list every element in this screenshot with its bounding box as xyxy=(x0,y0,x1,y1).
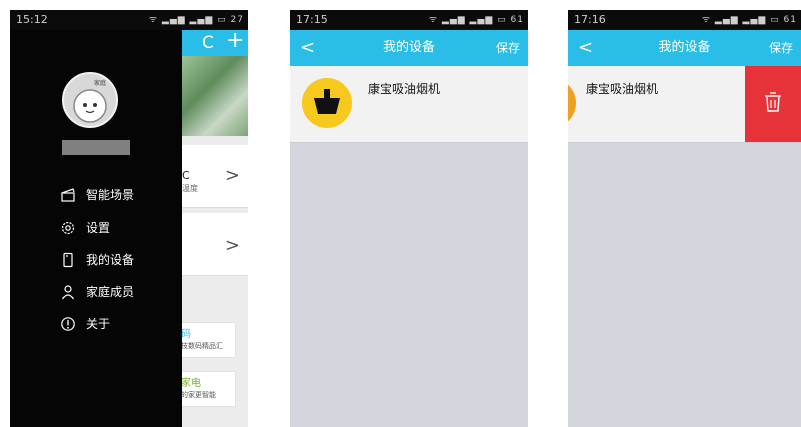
promo-title: 家电 xyxy=(181,378,201,389)
status-time: 17:15 xyxy=(296,13,328,26)
status-bar: 17:16 ᯤ ▂▄▆ ▂▄▆ ▭ 61 xyxy=(568,10,801,30)
device-name: 康宝吸油烟机 xyxy=(368,82,441,96)
menu-item-label: 我的设备 xyxy=(86,253,135,267)
status-bar: 15:12 ᯤ ▂▄▆ ▂▄▆ ▭ 27 xyxy=(10,10,248,30)
device-row-second[interactable]: > xyxy=(180,213,248,276)
phone-screen-my-devices: 17:15 ᯤ ▂▄▆ ▂▄▆ ▭ 61 < 我的设备 保存 康宝吸油烟机 xyxy=(290,10,528,427)
row-title: C xyxy=(182,169,190,182)
save-button[interactable]: 保存 xyxy=(496,30,520,66)
save-button[interactable]: 保存 xyxy=(769,30,793,66)
title-bar: < 我的设备 保存 xyxy=(290,30,528,66)
range-hood-glyph xyxy=(314,89,340,114)
trash-icon xyxy=(765,92,781,112)
promo-card-appliance[interactable]: 家电 的家更智能 xyxy=(180,371,236,407)
mascot-icon xyxy=(73,89,107,123)
status-indicators: ᯤ ▂▄▆ ▂▄▆ ▭ 61 xyxy=(428,15,524,25)
status-indicators: ᯤ ▂▄▆ ▂▄▆ ▭ 27 xyxy=(148,15,244,25)
menu-item-label: 智能场景 xyxy=(86,188,135,202)
phone-screen-swipe-delete: 17:16 ᯤ ▂▄▆ ▂▄▆ ▭ 61 < 我的设备 保存 康宝吸油烟机 xyxy=(568,10,801,427)
status-bar: 17:15 ᯤ ▂▄▆ ▂▄▆ ▭ 61 xyxy=(290,10,528,30)
phone-screen-drawer: 15:12 ᯤ ▂▄▆ ▂▄▆ ▭ 27 C + C 温度 > > 码 技数码精… xyxy=(10,10,248,427)
promo-subtitle: 的家更智能 xyxy=(181,391,216,399)
promo-subtitle: 技数码精品汇 xyxy=(181,342,223,350)
range-hood-icon xyxy=(568,78,576,128)
avatar[interactable]: 家庭 xyxy=(62,72,118,128)
chevron-right-icon: > xyxy=(224,165,240,186)
status-time: 15:12 xyxy=(16,13,48,26)
device-name: 康宝吸油烟机 xyxy=(586,82,659,96)
info-icon xyxy=(61,317,75,331)
delete-button[interactable] xyxy=(745,66,801,142)
menu-item-label: 家庭成员 xyxy=(86,285,135,299)
chevron-right-icon: > xyxy=(224,235,240,256)
avatar-label: 家庭 xyxy=(94,80,107,87)
status-time: 17:16 xyxy=(574,13,606,26)
row-subtitle: 温度 xyxy=(182,184,198,193)
title-bar: < 我的设备 保存 xyxy=(568,30,801,66)
plus-icon[interactable]: + xyxy=(226,28,244,54)
nav-drawer: 家庭 智能场景 设置 我的设备 家庭成员 关于 xyxy=(10,30,182,427)
promo-card-digital[interactable]: 码 技数码精品汇 xyxy=(180,322,236,358)
page-title: 我的设备 xyxy=(382,40,435,55)
device-list-item[interactable]: 康宝吸油烟机 xyxy=(290,66,528,143)
gear-icon xyxy=(61,221,75,235)
device-list-item-swiped[interactable]: 康宝吸油烟机 xyxy=(568,66,801,143)
home-top-bar: C + xyxy=(180,28,248,56)
refresh-icon[interactable]: C xyxy=(202,30,214,56)
username-placeholder xyxy=(62,140,130,155)
promo-title: 码 xyxy=(181,329,191,340)
person-icon xyxy=(62,285,74,300)
home-banner-image xyxy=(180,56,248,136)
status-indicators: ᯤ ▂▄▆ ▂▄▆ ▭ 61 xyxy=(701,15,797,25)
menu-item-label: 关于 xyxy=(86,317,111,331)
clapper-icon xyxy=(61,188,75,202)
device-icon xyxy=(63,252,73,268)
page-title: 我的设备 xyxy=(658,40,711,55)
range-hood-icon xyxy=(302,78,352,128)
device-row-ac[interactable]: C 温度 > xyxy=(180,145,248,208)
menu-item-label: 设置 xyxy=(86,221,111,235)
